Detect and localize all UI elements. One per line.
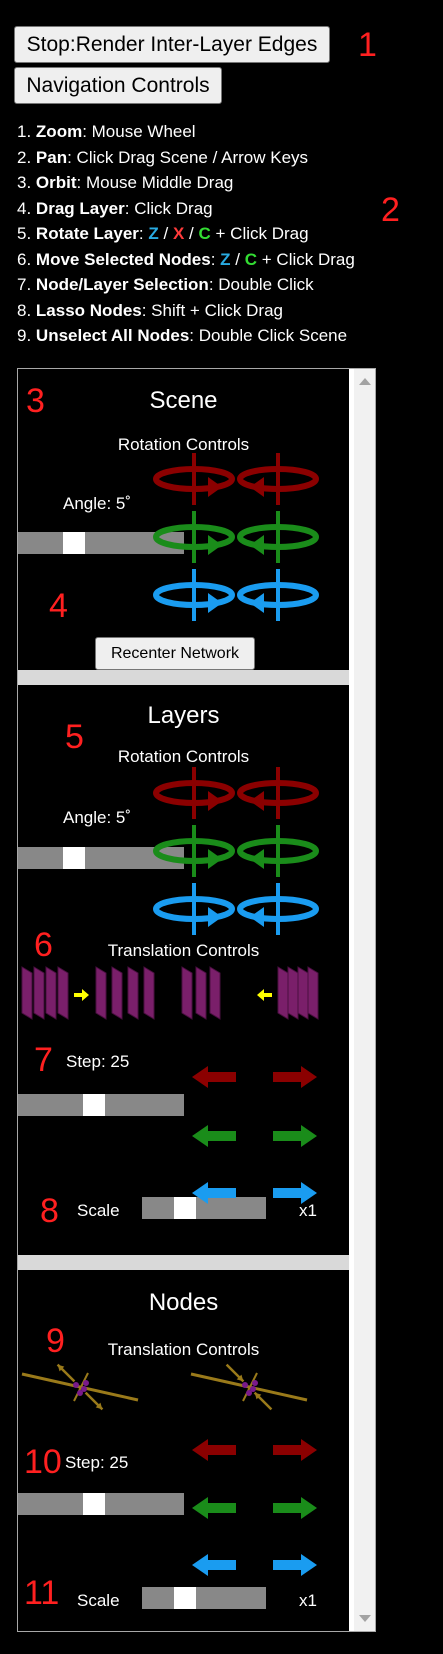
scene-rotate-x-negative-icon[interactable] <box>237 453 319 505</box>
nodes-section: Nodes 9 Translation Controls 10 Step: 25… <box>18 1270 349 1631</box>
nav-help-drag-layer: 4. Drag Layer: Click Drag <box>17 198 213 218</box>
layers-spread-icon[interactable] <box>21 966 155 1020</box>
nodes-spread-icon[interactable] <box>21 1363 139 1411</box>
navigation-help-list: 1. Zoom: Mouse Wheel 2. Pan: Click Drag … <box>17 119 355 349</box>
layers-rotate-x-positive-icon[interactable] <box>153 767 235 819</box>
nodes-compress-icon[interactable] <box>190 1363 308 1411</box>
section-divider <box>18 1255 349 1270</box>
nav-help-lasso: 8. Lasso Nodes: Shift + Click Drag <box>17 300 283 320</box>
nav-help-zoom: 1. Zoom: Mouse Wheel <box>17 122 196 141</box>
marker-1: 1 <box>358 26 377 64</box>
layers-move-z-positive-icon[interactable] <box>273 1182 317 1204</box>
nav-help-orbit: 3. Orbit: Mouse Middle Drag <box>17 173 234 192</box>
nav-help-rotate-layer: 5. Rotate Layer: Z / X / C + Click Drag <box>17 224 309 243</box>
recenter-network-button[interactable]: Recenter Network <box>95 637 255 670</box>
scroll-up-arrow-icon[interactable] <box>359 378 371 385</box>
nav-help-move-nodes: 6. Move Selected Nodes: Z / C + Click Dr… <box>17 249 355 269</box>
scene-rotate-y-positive-icon[interactable] <box>153 511 235 563</box>
layers-rotate-z-negative-icon[interactable] <box>237 883 319 935</box>
layers-rotate-x-negative-icon[interactable] <box>237 767 319 819</box>
navigation-controls-button[interactable]: Navigation Controls <box>14 67 222 104</box>
scene-section: 3 Scene Rotation Controls Angle: 5˚ 4 Re… <box>18 369 349 670</box>
layers-move-z-negative-icon[interactable] <box>192 1182 236 1204</box>
nav-help-pan: 2. Pan: Click Drag Scene / Arrow Keys <box>17 147 309 167</box>
layers-move-y-negative-icon[interactable] <box>192 1125 236 1147</box>
layers-rotate-z-positive-icon[interactable] <box>153 883 235 935</box>
layers-move-x-negative-icon[interactable] <box>192 1066 236 1088</box>
marker-4: 4 <box>49 587 68 625</box>
layers-rotate-y-positive-icon[interactable] <box>153 825 235 877</box>
nodes-move-z-negative-icon[interactable] <box>192 1554 236 1576</box>
scene-rotate-z-positive-icon[interactable] <box>153 569 235 621</box>
panel-scrollbar[interactable] <box>354 369 375 1631</box>
nav-help-selection: 7. Node/Layer Selection: Double Click <box>17 275 314 294</box>
scene-rotate-z-negative-icon[interactable] <box>237 569 319 621</box>
layers-rotate-y-negative-icon[interactable] <box>237 825 319 877</box>
layers-move-y-positive-icon[interactable] <box>273 1125 317 1147</box>
nodes-move-y-negative-icon[interactable] <box>192 1497 236 1519</box>
layers-section: Layers 5 Rotation Controls Angle: 5˚ 6 T… <box>18 685 349 1255</box>
marker-2: 2 <box>381 191 400 229</box>
nodes-move-z-positive-icon[interactable] <box>273 1554 317 1576</box>
scene-rotate-y-negative-icon[interactable] <box>237 511 319 563</box>
controls-panel: 3 Scene Rotation Controls Angle: 5˚ 4 Re… <box>17 368 376 1632</box>
section-divider <box>18 670 349 685</box>
scroll-down-arrow-icon[interactable] <box>359 1615 371 1622</box>
nodes-move-x-positive-icon[interactable] <box>273 1439 317 1461</box>
toggle-inter-layer-edges-button[interactable]: Stop:Render Inter-Layer Edges <box>14 26 330 63</box>
nodes-move-y-positive-icon[interactable] <box>273 1497 317 1519</box>
nodes-move-x-negative-icon[interactable] <box>192 1439 236 1461</box>
layers-compress-icon[interactable] <box>181 966 319 1020</box>
layers-move-x-positive-icon[interactable] <box>273 1066 317 1088</box>
nav-help-unselect: 9. Unselect All Nodes: Double Click Scen… <box>17 326 348 345</box>
scene-rotate-x-positive-icon[interactable] <box>153 453 235 505</box>
